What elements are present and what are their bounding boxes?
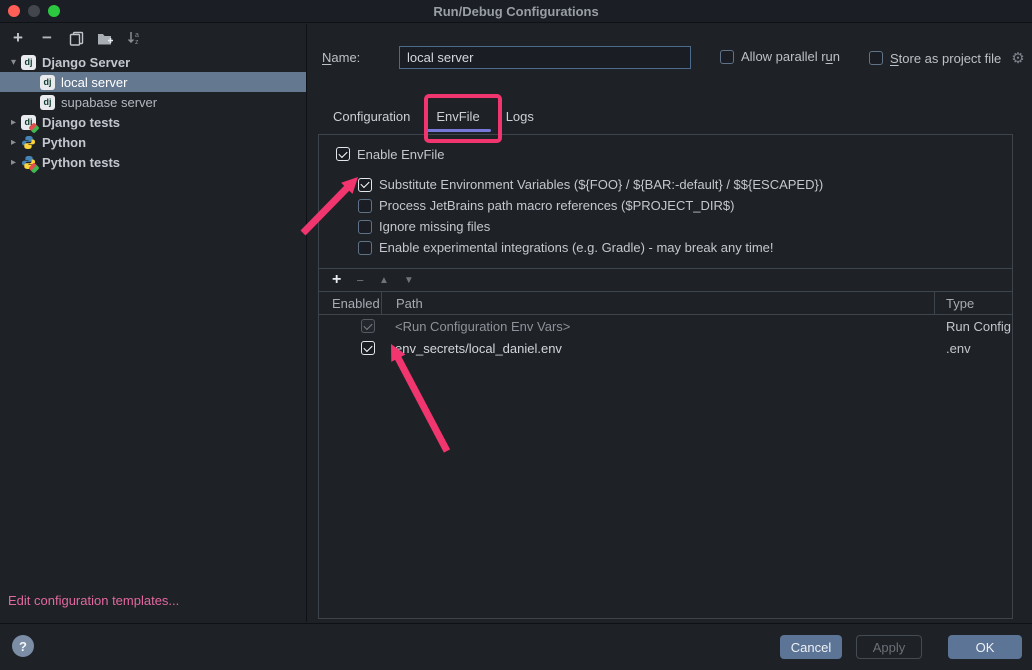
tree-item-supabase-server[interactable]: dj supabase server — [0, 92, 306, 112]
envfile-table: + − ▲ ▼ Enabled Path Type <Run Configura… — [319, 268, 1012, 359]
name-label: Name: — [322, 50, 360, 65]
tab-logs[interactable]: Logs — [493, 102, 547, 132]
django-icon: dj — [40, 75, 55, 90]
experimental-integrations-checkbox[interactable] — [358, 241, 372, 255]
ignore-missing-files-checkbox[interactable] — [358, 220, 372, 234]
envfile-panel: Enable EnvFile Substitute Environment Va… — [318, 134, 1013, 619]
configuration-tabs: Configuration EnvFile Logs — [320, 102, 547, 132]
store-as-project-file-option: Store as project file ⚙ — [869, 49, 1025, 67]
chevron-down-icon[interactable]: ▾ — [6, 57, 21, 68]
allow-parallel-run-checkbox[interactable] — [720, 50, 734, 64]
column-header-type: Type — [935, 296, 1012, 311]
copy-icon[interactable] — [68, 30, 84, 46]
chevron-right-icon[interactable]: ▸ — [6, 157, 21, 168]
dialog-footer: ? Cancel Apply OK — [0, 623, 1032, 670]
dialog-title: Run/Debug Configurations — [433, 4, 598, 19]
ignore-missing-files-option: Ignore missing files — [358, 216, 1012, 237]
zoom-window-button[interactable] — [48, 5, 60, 17]
envfile-table-toolbar: + − ▲ ▼ — [319, 269, 1012, 292]
window-controls — [8, 5, 60, 17]
move-down-icon[interactable]: ▼ — [404, 275, 414, 286]
tree-item-django-tests[interactable]: ▸ dj Django tests — [0, 112, 306, 132]
apply-button[interactable]: Apply — [856, 635, 922, 659]
enable-envfile-label: Enable EnvFile — [357, 147, 444, 162]
remove-icon[interactable]: − — [39, 30, 55, 46]
django-tests-icon: dj — [21, 115, 36, 130]
add-icon[interactable]: + — [332, 271, 341, 289]
enable-envfile-checkbox[interactable] — [336, 147, 350, 161]
chevron-right-icon[interactable]: ▸ — [6, 117, 21, 128]
tree-item-local-server[interactable]: dj local server — [0, 72, 306, 92]
django-icon: dj — [21, 55, 36, 70]
minimize-window-button — [28, 5, 40, 17]
tab-envfile[interactable]: EnvFile — [423, 102, 492, 132]
name-input[interactable] — [399, 46, 691, 69]
column-header-enabled: Enabled — [319, 292, 381, 314]
table-row[interactable]: env_secrets/local_daniel.env .env — [319, 337, 1012, 359]
django-icon: dj — [40, 95, 55, 110]
row-enabled-checkbox — [361, 319, 375, 333]
store-as-project-file-checkbox[interactable] — [869, 51, 883, 65]
tab-configuration[interactable]: Configuration — [320, 102, 423, 132]
tree-item-python-tests[interactable]: ▸ Python tests — [0, 152, 306, 172]
table-row[interactable]: <Run Configuration Env Vars> Run Config — [319, 315, 1012, 337]
new-folder-icon[interactable] — [97, 30, 113, 46]
configurations-sidebar: + − az ▾ dj Django Server dj local serve… — [0, 24, 307, 622]
enable-envfile-option: Enable EnvFile — [336, 144, 1012, 164]
tree-item-django-server[interactable]: ▾ dj Django Server — [0, 52, 306, 72]
python-tests-icon — [21, 155, 36, 170]
substitute-env-vars-checkbox[interactable] — [358, 178, 372, 192]
sidebar-toolbar: + − az — [0, 24, 306, 52]
sort-alphabetically-icon[interactable]: az — [126, 30, 142, 46]
svg-text:z: z — [135, 39, 139, 46]
close-window-button[interactable] — [8, 5, 20, 17]
move-up-icon[interactable]: ▲ — [379, 275, 389, 286]
allow-parallel-run-option: Allow parallel run — [720, 49, 840, 64]
help-icon[interactable]: ? — [12, 635, 34, 657]
python-icon — [21, 135, 36, 150]
gear-icon[interactable]: ⚙ — [1011, 49, 1024, 67]
configurations-tree: ▾ dj Django Server dj local server dj su… — [0, 52, 306, 172]
allow-parallel-run-label: Allow parallel run — [741, 49, 840, 64]
tree-item-python[interactable]: ▸ Python — [0, 132, 306, 152]
substitute-env-vars-option: Substitute Environment Variables (${FOO}… — [358, 174, 1012, 195]
process-path-macro-option: Process JetBrains path macro references … — [358, 195, 1012, 216]
process-path-macro-checkbox[interactable] — [358, 199, 372, 213]
dialog-titlebar: Run/Debug Configurations — [0, 0, 1032, 23]
add-icon[interactable]: + — [10, 30, 26, 46]
column-header-path: Path — [382, 296, 934, 311]
envfile-options: Substitute Environment Variables (${FOO}… — [358, 174, 1012, 258]
store-as-project-file-label: Store as project file — [890, 51, 1001, 66]
row-enabled-checkbox[interactable] — [361, 341, 375, 355]
edit-configuration-templates-link[interactable]: Edit configuration templates... — [0, 593, 306, 622]
name-row: Name: Allow parallel run Store as projec… — [322, 46, 1032, 70]
chevron-right-icon[interactable]: ▸ — [6, 137, 21, 148]
cancel-button[interactable]: Cancel — [780, 635, 842, 659]
table-header: Enabled Path Type — [319, 292, 1012, 315]
ok-button[interactable]: OK — [948, 635, 1022, 659]
configuration-editor: Name: Allow parallel run Store as projec… — [308, 24, 1032, 622]
remove-icon[interactable]: − — [356, 273, 364, 288]
experimental-integrations-option: Enable experimental integrations (e.g. G… — [358, 237, 1012, 258]
svg-text:a: a — [135, 32, 139, 39]
